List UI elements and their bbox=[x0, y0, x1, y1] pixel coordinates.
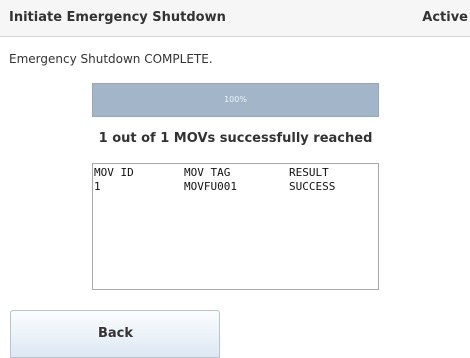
result-cell: SUCCESS bbox=[289, 180, 336, 193]
mov-id-cell: 1 bbox=[94, 180, 101, 193]
dialog-header: Initiate Emergency Shutdown Active bbox=[0, 0, 470, 37]
column-header-mov-tag: MOV TAG bbox=[184, 166, 231, 179]
back-button[interactable]: Back bbox=[10, 310, 220, 358]
progress-bar: 100% bbox=[92, 83, 379, 117]
back-button-label: Back bbox=[98, 326, 134, 341]
dialog-title: Initiate Emergency Shutdown bbox=[9, 10, 226, 25]
results-header-row: MOV ID MOV TAG RESULT bbox=[93, 166, 378, 180]
status-message: Emergency Shutdown COMPLETE. bbox=[9, 52, 213, 66]
summary-text: 1 out of 1 MOVs successfully reached bbox=[98, 131, 373, 146]
results-list[interactable]: MOV ID MOV TAG RESULT 1 MOVFU001 SUCCESS bbox=[92, 163, 379, 290]
column-header-mov-id: MOV ID bbox=[94, 166, 134, 179]
table-row: 1 MOVFU001 SUCCESS bbox=[93, 180, 378, 194]
progress-percent-label: 100% bbox=[224, 95, 247, 104]
column-header-result: RESULT bbox=[289, 166, 329, 179]
status-label: Active bbox=[422, 10, 468, 25]
mov-tag-cell: MOVFU001 bbox=[184, 180, 237, 193]
